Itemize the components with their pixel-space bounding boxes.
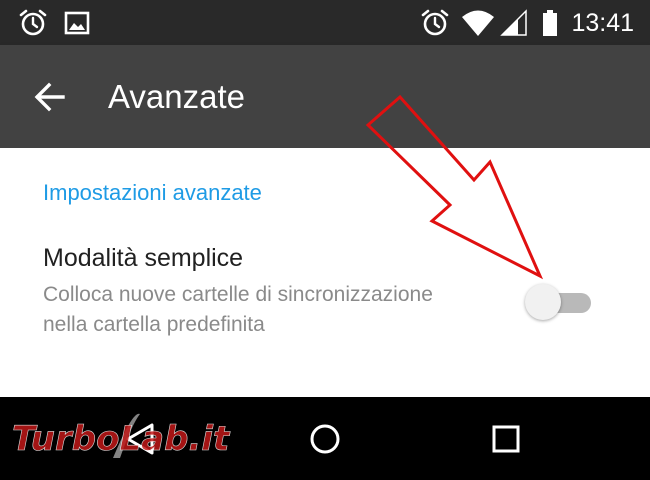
recents-square-icon bbox=[492, 425, 520, 453]
page-title: Avanzate bbox=[108, 78, 245, 115]
nav-recents-button[interactable] bbox=[484, 417, 528, 461]
alarm-icon bbox=[421, 9, 449, 36]
app-bar: Avanzate bbox=[0, 45, 650, 148]
watermark-text: TurboLab.it bbox=[12, 419, 231, 459]
back-button[interactable] bbox=[22, 69, 78, 125]
signal-icon bbox=[500, 9, 527, 36]
settings-content: Impostazioni avanzate Modalità semplice … bbox=[0, 148, 650, 397]
arrow-left-icon bbox=[34, 82, 65, 112]
toggle-thumb bbox=[525, 284, 561, 320]
status-bar: 13:41 bbox=[0, 0, 650, 45]
image-icon bbox=[64, 11, 90, 35]
screen: 13:41 Avanzate Impostazioni avanzate Mod… bbox=[0, 0, 650, 480]
simple-mode-toggle[interactable] bbox=[525, 282, 595, 322]
wifi-icon bbox=[462, 10, 494, 36]
simple-mode-preference[interactable]: Modalità semplice Colloca nuove cartelle… bbox=[0, 230, 650, 380]
battery-icon bbox=[543, 10, 557, 36]
preference-summary: Colloca nuove cartelle di sincronizzazio… bbox=[43, 283, 433, 336]
section-header: Impostazioni avanzate bbox=[43, 180, 262, 205]
preference-title: Modalità semplice bbox=[43, 244, 244, 272]
home-circle-icon bbox=[310, 424, 340, 454]
status-time: 13:41 bbox=[571, 9, 634, 37]
nav-home-button[interactable] bbox=[303, 417, 347, 461]
alarm-icon bbox=[19, 9, 47, 36]
turbolab-watermark: TurboLab.it bbox=[12, 413, 231, 459]
